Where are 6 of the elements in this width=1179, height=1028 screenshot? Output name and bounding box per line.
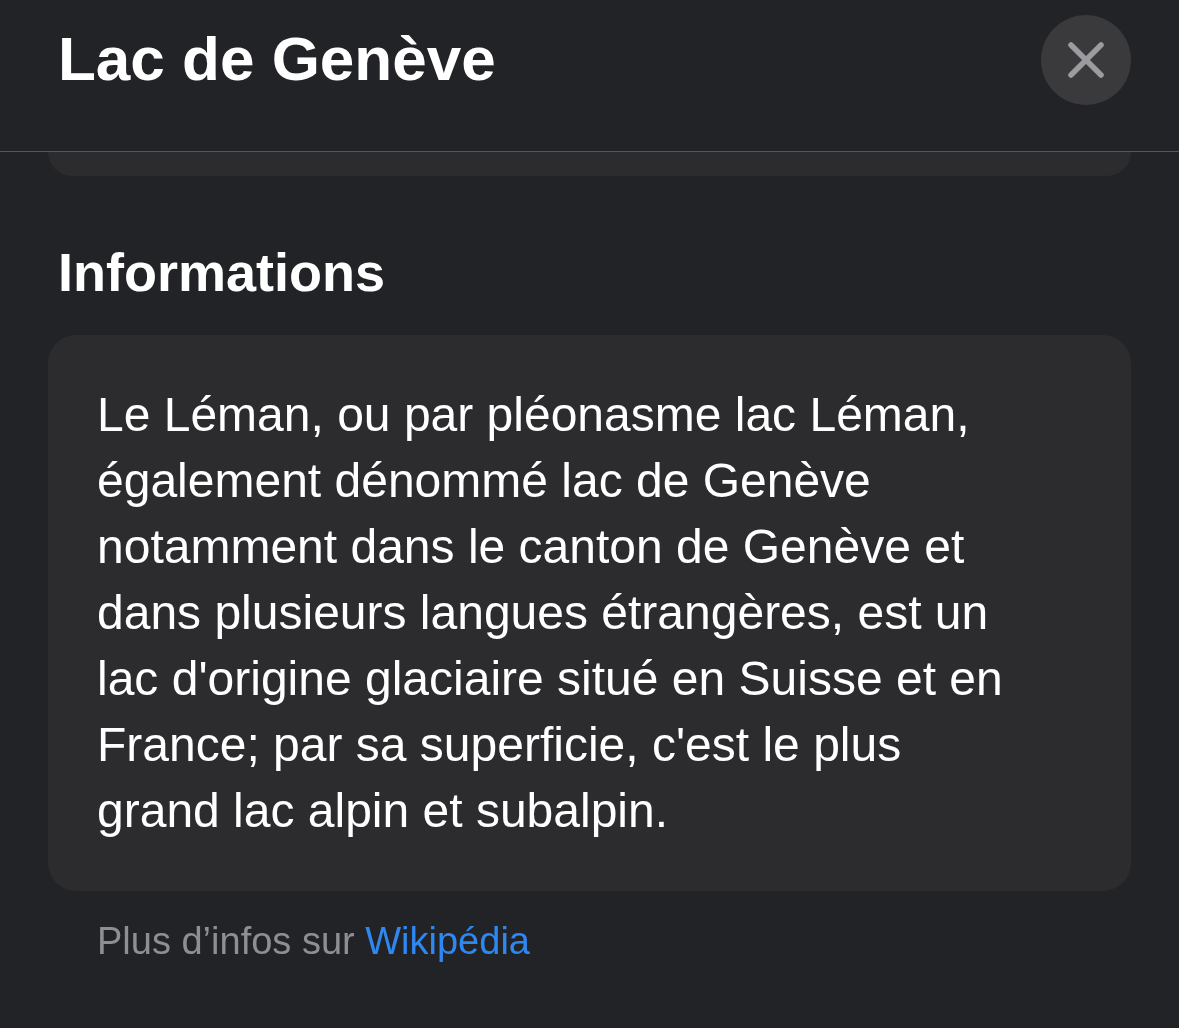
close-icon (1068, 42, 1104, 78)
source-note: Plus d’infos sur Wikipédia (97, 922, 531, 960)
section-heading: Informations (58, 245, 386, 299)
source-link[interactable]: Wikipédia (365, 920, 530, 962)
description-text: Le Léman, ou par pléonasme lac Léman, également dénommé lac de Genève notamment dans le canton de Genève et dans plusieurs langues étrangères, est un lac d'origine glaciaire situé en Suisse et en France; par sa superficie, c'est le plus grand lac alpin et subalpin. (97, 387, 1004, 839)
sheet-title: Lac de Genève (58, 28, 496, 90)
